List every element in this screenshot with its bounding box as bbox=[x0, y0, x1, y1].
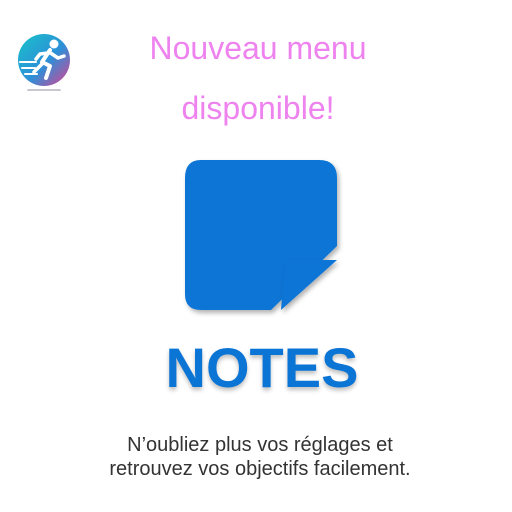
description-line2: retrouvez vos objectifs facilement. bbox=[109, 458, 411, 480]
running-person-logo-icon bbox=[16, 32, 74, 94]
announcement-screen: Nouveau menu disponible! NOTES N’oubliez… bbox=[0, 0, 512, 512]
feature-title: NOTES bbox=[165, 336, 359, 399]
sticky-note-icon bbox=[183, 158, 343, 318]
description-line1: N’oubliez plus vos réglages et bbox=[127, 434, 393, 456]
headline-line2: disponible! bbox=[181, 90, 335, 126]
logo-graphic bbox=[18, 34, 70, 91]
headline-line1: Nouveau menu bbox=[149, 30, 367, 66]
sticky-note-graphic bbox=[185, 160, 337, 310]
